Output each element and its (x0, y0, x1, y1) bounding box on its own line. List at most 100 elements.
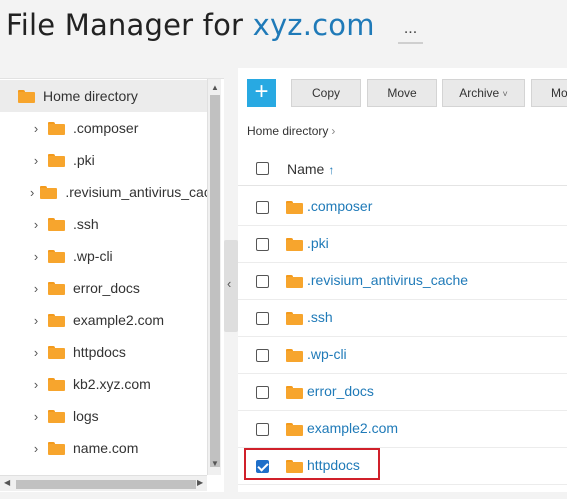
row-checkbox[interactable] (256, 349, 269, 362)
folder-icon (286, 238, 303, 251)
file-row[interactable]: .revisium_antivirus_cache (238, 263, 567, 300)
folder-icon (286, 423, 303, 436)
file-row[interactable]: error_docs (238, 374, 567, 411)
page-title: File Manager for xyz.com (6, 8, 375, 42)
folder-icon (18, 89, 35, 103)
tree-item[interactable]: › httpdocs (0, 336, 207, 368)
scrollbar-thumb[interactable] (16, 480, 196, 489)
folder-icon (48, 377, 65, 391)
tree-item[interactable]: › kb2.xyz.com (0, 368, 207, 400)
folder-icon (286, 201, 303, 214)
file-row[interactable]: .composer (238, 189, 567, 226)
folder-icon (48, 441, 65, 455)
file-name-link[interactable]: .composer (307, 198, 372, 214)
row-checkbox[interactable] (256, 201, 269, 214)
tree-item[interactable]: › logs (0, 400, 207, 432)
scroll-up-arrow-icon[interactable]: ▲ (211, 83, 219, 92)
file-name-link[interactable]: .revisium_antivirus_cache (307, 272, 468, 288)
name-column-header[interactable]: Name ↑ (287, 161, 334, 177)
tree-vertical-scrollbar[interactable]: ▲ ▼ (207, 79, 221, 475)
file-name-link[interactable]: .pki (307, 235, 329, 251)
chevron-right-icon[interactable]: › (30, 185, 34, 200)
chevron-right-icon[interactable]: › (30, 441, 42, 456)
chevron-right-icon[interactable]: › (30, 249, 42, 264)
chevron-down-icon: ˅ (502, 89, 508, 99)
file-name-link[interactable]: error_docs (307, 383, 374, 399)
chevron-right-icon[interactable]: › (30, 409, 42, 424)
breadcrumb-separator: › (331, 124, 336, 138)
tree-item-label: example2.com (73, 312, 165, 328)
folder-icon (48, 281, 65, 295)
name-column-label: Name (287, 161, 325, 177)
tree-item[interactable]: › example2.com (0, 304, 207, 336)
chevron-right-icon[interactable]: › (30, 217, 42, 232)
file-row[interactable]: example2.com (238, 411, 567, 448)
add-button[interactable]: + (247, 79, 276, 107)
folder-icon (48, 345, 65, 359)
row-checkbox[interactable] (256, 238, 269, 251)
chevron-right-icon[interactable]: › (30, 121, 42, 136)
folder-icon (286, 386, 303, 399)
domain-link[interactable]: xyz.com (253, 8, 375, 42)
chevron-right-icon[interactable]: › (30, 345, 42, 360)
file-list-panel: + Copy Move Archive ˅ Mo Home directory ›… (238, 68, 567, 492)
tree-item-label: .pki (73, 152, 95, 168)
tree-item-label: .composer (73, 120, 139, 136)
scrollbar-thumb[interactable] (210, 95, 220, 467)
chevron-right-icon[interactable]: › (30, 313, 42, 328)
tree-item[interactable]: › .ssh (0, 208, 207, 240)
folder-icon (48, 153, 65, 167)
folder-icon (286, 349, 303, 362)
breadcrumb: Home directory › (247, 124, 335, 138)
file-row[interactable]: .pki (238, 226, 567, 263)
chevron-right-icon[interactable]: › (30, 377, 42, 392)
tree-item-label: .revisium_antivirus_cache (65, 184, 207, 200)
scroll-right-arrow-icon[interactable]: ▶ (197, 478, 203, 487)
folder-icon (48, 313, 65, 327)
scroll-left-arrow-icon[interactable]: ◀ (4, 478, 10, 487)
tree-item[interactable]: › .wp-cli (0, 240, 207, 272)
tree-item-label: httpdocs (73, 344, 126, 360)
select-all-checkbox[interactable] (256, 162, 269, 175)
row-checkbox[interactable] (256, 275, 269, 288)
tree-root-label: Home directory (43, 88, 138, 104)
chevron-right-icon[interactable]: › (30, 153, 42, 168)
toolbar: + Copy Move Archive ˅ Mo (238, 68, 567, 116)
folder-icon (48, 121, 65, 135)
tree-item-label: .wp-cli (73, 248, 113, 264)
file-row[interactable]: .ssh (238, 300, 567, 337)
chevron-right-icon[interactable]: › (30, 281, 42, 296)
file-name-link[interactable]: .wp-cli (307, 346, 347, 362)
folder-icon (48, 217, 65, 231)
tree-item-label: logs (73, 408, 99, 424)
directory-tree: Home directory › .composer › .pki › .revisium… (0, 78, 224, 492)
file-row[interactable]: .wp-cli (238, 337, 567, 374)
tree-item[interactable]: › name.com (0, 432, 207, 464)
title-more-button[interactable]: ... (398, 21, 423, 44)
sort-ascending-icon: ↑ (328, 163, 335, 177)
tree-item[interactable]: › .revisium_antivirus_cache (0, 176, 207, 208)
row-checkbox[interactable] (256, 312, 269, 325)
file-name-link[interactable]: .ssh (307, 309, 333, 325)
more-actions-button[interactable]: Mo (531, 79, 567, 107)
folder-icon (48, 249, 65, 263)
tree-item-label: name.com (73, 440, 139, 456)
file-name-link[interactable]: example2.com (307, 420, 398, 436)
row-checkbox[interactable] (256, 423, 269, 436)
folder-icon (286, 312, 303, 325)
move-button[interactable]: Move (367, 79, 437, 107)
archive-button[interactable]: Archive ˅ (442, 79, 525, 107)
folder-icon (40, 185, 58, 199)
tree-horizontal-scrollbar[interactable]: ◀ ▶ (0, 475, 207, 491)
collapse-tree-handle[interactable]: ‹ (224, 240, 238, 332)
tree-item[interactable]: › .pki (0, 144, 207, 176)
copy-button[interactable]: Copy (291, 79, 361, 107)
tree-item[interactable]: › error_docs (0, 272, 207, 304)
scroll-down-arrow-icon[interactable]: ▼ (211, 459, 219, 468)
tree-item-label: kb2.xyz.com (73, 376, 151, 392)
row-checkbox[interactable] (256, 386, 269, 399)
breadcrumb-home[interactable]: Home directory (247, 124, 328, 138)
tree-root-home[interactable]: Home directory (0, 80, 207, 112)
tree-item-label: error_docs (73, 280, 140, 296)
tree-item[interactable]: › .composer (0, 112, 207, 144)
